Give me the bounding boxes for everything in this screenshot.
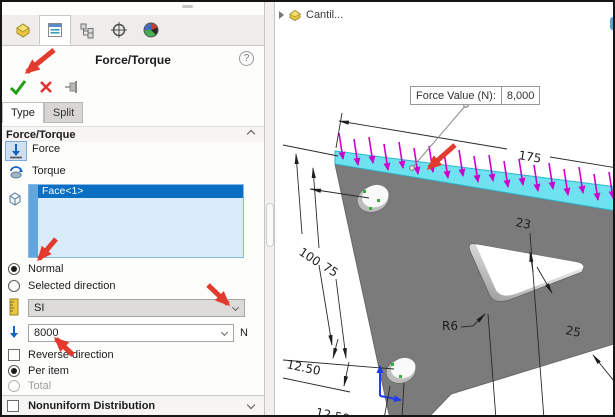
solidworks-window: Force/Torque ? Type Split Force/Torque bbox=[0, 0, 615, 417]
dimxpert-icon bbox=[110, 21, 128, 39]
panel-splitter[interactable] bbox=[264, 2, 275, 417]
display-manager-icon bbox=[142, 21, 160, 39]
total-radio-row[interactable]: Total bbox=[8, 380, 51, 392]
tree-expander-icon[interactable] bbox=[279, 11, 284, 19]
faces-selection-box[interactable]: Face<1> bbox=[28, 184, 244, 258]
selection-box-strip bbox=[29, 185, 38, 257]
group-force-torque[interactable]: Force/Torque bbox=[2, 126, 264, 142]
unit-system-dropdown[interactable]: SI bbox=[28, 299, 245, 317]
per-item-radio-row[interactable]: Per item bbox=[8, 365, 69, 377]
collapse-chevron-icon bbox=[247, 130, 255, 138]
selected-direction-label: Selected direction bbox=[28, 280, 115, 292]
per-item-label: Per item bbox=[28, 365, 69, 377]
selected-face-item[interactable]: Face<1> bbox=[38, 185, 243, 198]
force-value-text: 8000 bbox=[34, 327, 58, 339]
reverse-direction-label: Reverse direction bbox=[28, 349, 114, 361]
graphics-area[interactable] bbox=[275, 2, 615, 417]
property-manager-panel: Force/Torque ? Type Split Force/Torque bbox=[2, 2, 264, 415]
unit-system-value: SI bbox=[34, 302, 44, 314]
callout-label: Force Value (N): bbox=[411, 87, 502, 104]
normal-radio-row[interactable]: Normal bbox=[8, 263, 63, 275]
tab-type[interactable]: Type bbox=[2, 102, 44, 123]
expand-chevron-icon bbox=[247, 401, 255, 409]
tab-feature-tree[interactable] bbox=[7, 15, 39, 45]
ruler-units-icon bbox=[8, 298, 20, 316]
unit-label: N bbox=[240, 327, 248, 339]
help-icon[interactable]: ? bbox=[239, 51, 254, 66]
reverse-direction-checkbox[interactable] bbox=[8, 349, 20, 361]
callout-value[interactable]: 8,000 bbox=[502, 87, 540, 104]
normal-radio[interactable] bbox=[8, 263, 20, 275]
selected-direction-radio-row[interactable]: Selected direction bbox=[8, 280, 115, 292]
page-tabs: Type Split bbox=[2, 102, 83, 123]
torque-label[interactable]: Torque bbox=[32, 165, 66, 177]
group-nonuniform-distribution[interactable]: Nonuniform Distribution bbox=[2, 395, 264, 415]
total-radio[interactable] bbox=[8, 380, 20, 392]
property-manager-icon bbox=[46, 21, 64, 39]
reverse-direction-row[interactable]: Reverse direction bbox=[8, 349, 114, 361]
per-item-radio[interactable] bbox=[8, 365, 20, 377]
force-icon bbox=[8, 143, 24, 159]
cancel-x-icon[interactable] bbox=[38, 79, 54, 95]
chevron-down-icon bbox=[232, 304, 239, 311]
page-title: Force/Torque bbox=[2, 53, 264, 67]
panel-drag-handle[interactable] bbox=[182, 5, 193, 8]
part-icon bbox=[288, 8, 302, 22]
nonuniform-label: Nonuniform Distribution bbox=[28, 400, 155, 412]
force-value-icon bbox=[7, 325, 21, 341]
group-force-torque-label: Force/Torque bbox=[6, 129, 75, 141]
force-value-input[interactable]: 8000 bbox=[28, 324, 234, 342]
partial-hud-icon bbox=[610, 17, 615, 30]
flyout-feature-tree[interactable]: Cantil... bbox=[279, 8, 343, 22]
configuration-manager-icon bbox=[78, 21, 96, 39]
tree-label[interactable]: Cantil... bbox=[306, 9, 343, 21]
tab-dimxpert-manager[interactable] bbox=[103, 15, 135, 45]
manager-tab-bar bbox=[2, 15, 264, 46]
tab-property-manager[interactable] bbox=[39, 15, 71, 45]
torque-option-button[interactable] bbox=[5, 162, 27, 182]
nonuniform-checkbox[interactable] bbox=[7, 400, 19, 412]
tab-configuration-manager[interactable] bbox=[71, 15, 103, 45]
pin-icon[interactable] bbox=[64, 80, 82, 94]
part-tree-icon bbox=[14, 21, 32, 39]
force-label[interactable]: Force bbox=[32, 143, 60, 155]
torque-icon bbox=[8, 164, 24, 180]
chevron-down-icon bbox=[221, 329, 228, 336]
tab-display-manager[interactable] bbox=[135, 15, 167, 45]
tab-split[interactable]: Split bbox=[44, 102, 83, 123]
splitter-grip[interactable] bbox=[266, 203, 274, 247]
ok-check-icon[interactable] bbox=[8, 77, 28, 97]
force-option-button[interactable] bbox=[5, 141, 27, 161]
force-value-callout[interactable]: Force Value (N): 8,000 bbox=[410, 86, 540, 105]
selected-direction-radio[interactable] bbox=[8, 280, 20, 292]
normal-label: Normal bbox=[28, 263, 63, 275]
total-label: Total bbox=[28, 380, 51, 392]
face-select-icon bbox=[6, 190, 24, 208]
